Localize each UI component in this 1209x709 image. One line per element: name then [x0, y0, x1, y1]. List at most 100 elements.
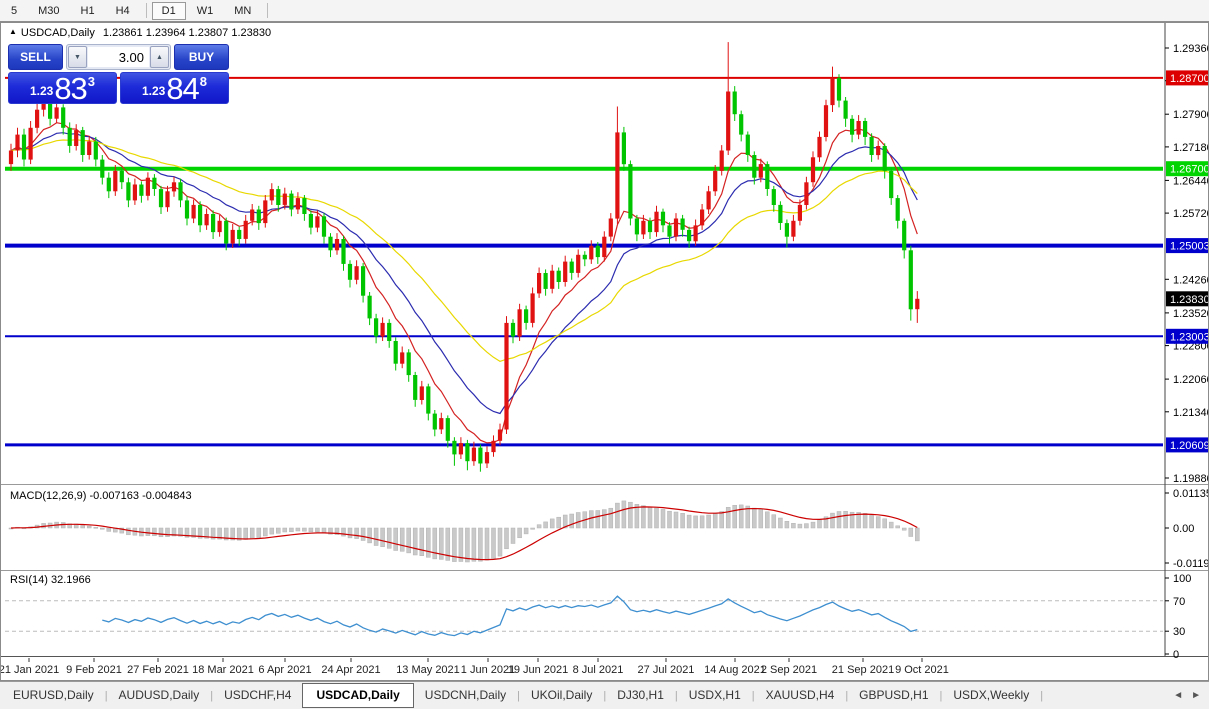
- tab-scroll-right-icon[interactable]: ►: [1191, 690, 1201, 701]
- price-tick-label: 1.21340: [1173, 407, 1208, 419]
- macd-histogram-bar: [315, 528, 319, 532]
- candle-body: [81, 130, 85, 155]
- candle-body: [387, 323, 391, 341]
- candle-body: [100, 160, 104, 178]
- chart-tab-xauusd-h4[interactable]: XAUUSD,H4: [755, 684, 846, 707]
- macd-histogram-bar: [628, 502, 632, 528]
- pane-separator[interactable]: [1, 656, 1208, 657]
- macd-histogram-bar: [518, 528, 522, 538]
- macd-histogram-bar: [733, 505, 737, 528]
- chart-tab-usdcad-daily[interactable]: USDCAD,Daily: [302, 683, 413, 708]
- macd-histogram-bar: [557, 517, 561, 528]
- macd-histogram-bar: [152, 528, 156, 536]
- candle-body: [720, 151, 724, 171]
- candle-body: [641, 221, 645, 235]
- candle-body: [863, 121, 867, 137]
- candle-body: [94, 141, 98, 159]
- candle-body: [198, 205, 202, 225]
- macd-histogram-bar: [61, 523, 65, 529]
- price-level-badge-label: 1.28700: [1170, 73, 1208, 85]
- chart-window: 1.293601.286401.279001.271801.264401.257…: [0, 22, 1209, 681]
- pane-separator[interactable]: [1, 484, 1208, 485]
- chart-tab-ukoil-daily[interactable]: UKOil,Daily: [520, 684, 603, 707]
- price-tick-label: 1.22060: [1173, 374, 1208, 386]
- candle-body: [413, 375, 417, 400]
- chart-canvas[interactable]: 1.293601.286401.279001.271801.264401.257…: [1, 23, 1208, 680]
- price-level-badge-label: 1.23003: [1170, 331, 1208, 343]
- macd-histogram-bar: [831, 513, 835, 528]
- timeframe-button-mn[interactable]: MN: [224, 2, 261, 20]
- macd-histogram-bar: [602, 510, 606, 528]
- macd-histogram-bar: [544, 522, 548, 528]
- chart-tab-usdx-h1[interactable]: USDX,H1: [678, 684, 752, 707]
- chart-tab-usdx-weekly[interactable]: USDX,Weekly: [942, 684, 1040, 707]
- macd-histogram-bar: [505, 528, 509, 549]
- timeframe-button-d1[interactable]: D1: [152, 2, 186, 20]
- price-level-badge-label: 1.26700: [1170, 164, 1208, 176]
- collapse-triangle-icon[interactable]: ▲: [9, 27, 17, 36]
- chart-tab-usdcnh-daily[interactable]: USDCNH,Daily: [414, 684, 517, 707]
- candle-body: [192, 205, 196, 219]
- chart-tab-gbpusd-h1[interactable]: GBPUSD,H1: [848, 684, 939, 707]
- candle-body: [231, 230, 235, 244]
- sell-price-cell[interactable]: 1.23 83 3: [8, 72, 117, 104]
- macd-histogram-bar: [596, 511, 600, 529]
- tab-scroll-left-icon[interactable]: ◄: [1173, 690, 1183, 701]
- macd-histogram-bar: [420, 528, 424, 556]
- candle-body: [361, 266, 365, 296]
- macd-histogram-bar: [283, 528, 287, 532]
- macd-histogram-bar: [485, 528, 489, 560]
- candle-body: [276, 189, 280, 205]
- macd-histogram-bar: [492, 528, 496, 558]
- candle-body: [622, 132, 626, 164]
- candle-body: [759, 164, 763, 178]
- candle-body: [902, 221, 906, 251]
- price-tick-label: 1.27900: [1173, 109, 1208, 121]
- candle-body: [452, 441, 456, 455]
- buy-button[interactable]: BUY: [174, 44, 229, 70]
- timeframe-button-w1[interactable]: W1: [187, 2, 224, 20]
- macd-histogram-bar: [524, 528, 528, 534]
- candle-body: [55, 107, 59, 118]
- candle-body: [9, 151, 13, 165]
- candle-body: [309, 214, 313, 228]
- macd-histogram-bar: [374, 528, 378, 546]
- macd-histogram-bar: [720, 512, 724, 529]
- volume-decrease-button[interactable]: ▼: [68, 46, 87, 68]
- candle-body: [576, 255, 580, 273]
- candle-body: [120, 171, 124, 182]
- macd-histogram-bar: [576, 513, 580, 529]
- candle-body: [211, 214, 215, 232]
- candle-body: [681, 219, 685, 230]
- candle-body: [498, 430, 502, 441]
- timeframe-button-5[interactable]: 5: [1, 2, 27, 20]
- macd-histogram-bar: [804, 524, 808, 528]
- chart-tab-dj30-h1[interactable]: DJ30,H1: [606, 684, 675, 707]
- timeframe-button-h1[interactable]: H1: [71, 2, 105, 20]
- volume-input[interactable]: [88, 47, 149, 67]
- buy-price-cell[interactable]: 1.23 84 8: [120, 72, 229, 104]
- candle-body: [74, 130, 78, 146]
- candle-body: [896, 198, 900, 221]
- chart-tab-eurusd-daily[interactable]: EURUSD,Daily: [2, 684, 105, 707]
- pane-separator[interactable]: [1, 570, 1208, 571]
- macd-histogram-bar: [537, 525, 541, 528]
- sell-button[interactable]: SELL: [8, 44, 63, 70]
- volume-increase-button[interactable]: ▲: [150, 46, 169, 68]
- date-tick-label: 2 Sep 2021: [761, 664, 817, 676]
- timeframe-button-h4[interactable]: H4: [106, 2, 140, 20]
- macd-histogram-bar: [322, 528, 326, 533]
- candle-body: [400, 352, 404, 363]
- timeframe-button-m30[interactable]: M30: [28, 2, 69, 20]
- candle-body: [381, 323, 385, 337]
- chart-tab-audusd-daily[interactable]: AUDUSD,Daily: [108, 684, 211, 707]
- candle-body: [22, 135, 26, 160]
- macd-histogram-bar: [413, 528, 417, 555]
- macd-tick-label: 0.00: [1173, 523, 1194, 535]
- chart-tab-usdchf-h4[interactable]: USDCHF,H4: [213, 684, 302, 707]
- toolbar-separator: [146, 3, 147, 18]
- macd-histogram-bar: [863, 513, 867, 528]
- buy-price-pip: 8: [200, 74, 207, 89]
- candle-body: [446, 418, 450, 441]
- candle-body: [289, 194, 293, 210]
